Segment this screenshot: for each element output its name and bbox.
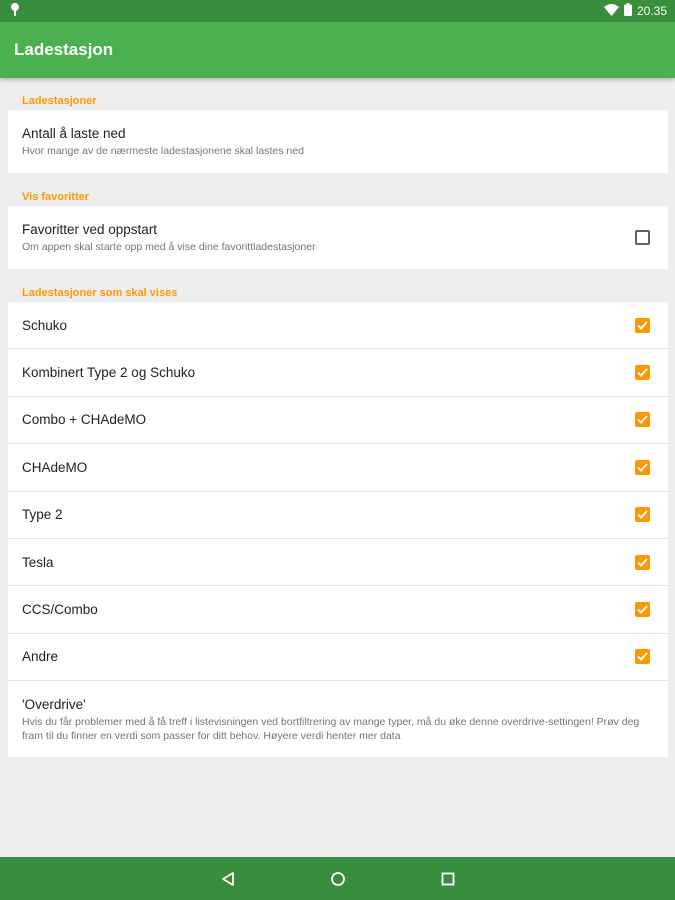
pref-overdrive[interactable]: 'Overdrive' Hvis du får problemer med å … <box>8 681 668 757</box>
pref-chademo[interactable]: CHAdeMO <box>8 444 668 492</box>
pref-tesla[interactable]: Tesla <box>8 539 668 587</box>
settings-card: Antall å laste ned Hvor mange av de nærm… <box>8 110 668 173</box>
status-time: 20.35 <box>636 4 667 18</box>
schuko-checkbox[interactable] <box>635 317 650 333</box>
page-title: Ladestasjon <box>14 40 114 59</box>
notification-pin-icon <box>10 3 20 19</box>
pref-schuko[interactable]: Schuko <box>8 302 668 350</box>
pref-title: Antall å laste ned <box>22 125 126 141</box>
pref-summary: Hvis du får problemer med å få treff i l… <box>22 716 640 743</box>
pref-text: 'Overdrive' Hvis du får problemer med å … <box>22 697 650 743</box>
pref-title: Type 2 <box>22 507 63 523</box>
status-bar: 20.35 <box>0 0 675 22</box>
favorites-startup-checkbox[interactable] <box>635 230 650 245</box>
pref-summary: Om appen skal starte opp med å vise dine… <box>22 240 316 253</box>
pref-title: CHAdeMO <box>22 459 88 475</box>
tesla-checkbox[interactable] <box>635 554 650 570</box>
pref-title: Schuko <box>22 317 68 333</box>
pref-title: CCS/Combo <box>22 602 98 618</box>
pref-title: Andre <box>22 649 59 665</box>
home-icon[interactable] <box>326 867 350 891</box>
ccs-combo-checkbox[interactable] <box>635 602 650 618</box>
section-header-ladestasjoner: Ladestasjoner <box>22 95 97 107</box>
andre-checkbox[interactable] <box>635 649 650 665</box>
pref-text: Favoritter ved oppstart Om appen skal st… <box>22 222 316 254</box>
pref-title: Combo + CHAdeMO <box>22 412 147 428</box>
navigation-bar <box>0 857 675 900</box>
combo-chademo-checkbox[interactable] <box>635 412 650 428</box>
pref-text: Antall å laste ned Hvor mange av de nærm… <box>22 126 304 158</box>
battery-icon <box>623 3 632 19</box>
recents-icon[interactable] <box>436 867 460 891</box>
pref-ccs-combo[interactable]: CCS/Combo <box>8 586 668 634</box>
pref-andre[interactable]: Andre <box>8 634 668 682</box>
settings-card: Schuko Kombinert Type 2 og Schuko Combo … <box>8 302 668 758</box>
app-bar: Ladestasjon <box>0 22 675 78</box>
back-icon[interactable] <box>216 867 240 891</box>
pref-title: 'Overdrive' <box>22 697 86 713</box>
type2-schuko-checkbox[interactable] <box>635 365 650 381</box>
type2-checkbox[interactable] <box>635 507 650 523</box>
pref-download-count[interactable]: Antall å laste ned Hvor mange av de nærm… <box>8 110 668 173</box>
pref-combo-chademo[interactable]: Combo + CHAdeMO <box>8 397 668 445</box>
pref-favorites-startup[interactable]: Favoritter ved oppstart Om appen skal st… <box>8 206 668 269</box>
pref-type2[interactable]: Type 2 <box>8 492 668 539</box>
pref-title: Favoritter ved oppstart <box>22 221 158 237</box>
pref-title: Kombinert Type 2 og Schuko <box>22 365 196 381</box>
section-header-favorites: Vis favoritter <box>22 191 90 203</box>
settings-list: Ladestasjoner Antall å laste ned Hvor ma… <box>8 78 668 758</box>
pref-summary: Hvor mange av de nærmeste ladestasjonene… <box>22 144 304 157</box>
pref-title: Tesla <box>22 554 54 570</box>
settings-card: Favoritter ved oppstart Om appen skal st… <box>8 206 668 269</box>
wifi-icon <box>603 3 619 19</box>
section-header-station-types: Ladestasjoner som skal vises <box>22 287 178 299</box>
pref-type2-schuko[interactable]: Kombinert Type 2 og Schuko <box>8 349 668 397</box>
chademo-checkbox[interactable] <box>635 459 650 475</box>
